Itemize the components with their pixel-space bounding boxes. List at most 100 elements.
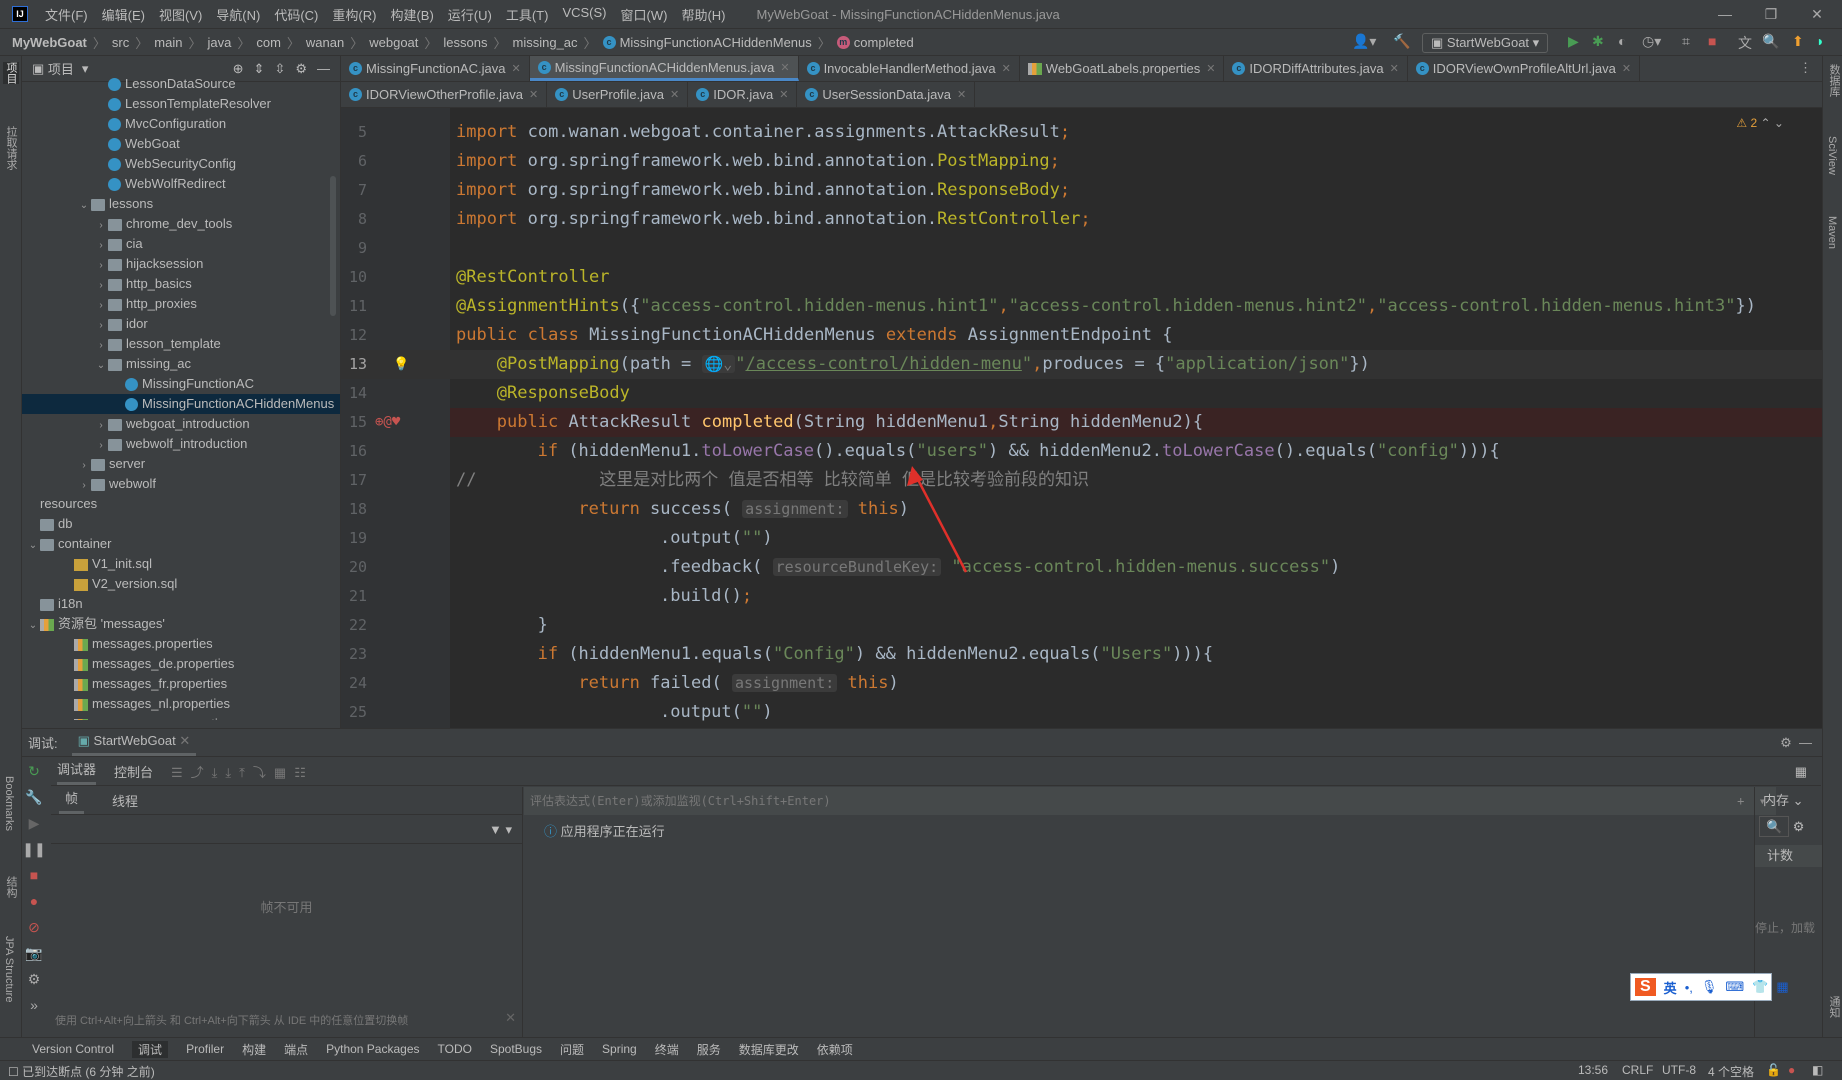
chevron-right-icon[interactable]: › [77, 456, 91, 476]
close-tab-icon[interactable]: ✕ [779, 88, 788, 101]
tree-item[interactable]: LessonTemplateResolver [22, 94, 340, 114]
chevron-right-icon[interactable]: › [94, 336, 108, 356]
view-breakpoints-icon[interactable]: ● [22, 888, 46, 914]
chevron-right-icon[interactable]: › [77, 476, 91, 496]
editor-tab[interactable]: c UserProfile.java ✕ [547, 82, 689, 107]
tree-item[interactable]: ⌄ lessons [22, 194, 340, 214]
toolbox-icon[interactable]: ▦ [1776, 979, 1788, 995]
editor-tab[interactable]: c IDOR.java ✕ [688, 82, 798, 107]
editor-tab[interactable]: c MissingFunctionACHiddenMenus.java ✕ [529, 56, 799, 81]
tab-frames[interactable]: 帧 [59, 787, 85, 814]
tool-window-button[interactable]: Python Packages [326, 1042, 419, 1056]
tree-item[interactable]: › idor [22, 314, 340, 334]
editor-tab[interactable]: c IDORViewOtherProfile.java ✕ [341, 82, 548, 107]
chevron-right-icon[interactable]: › [94, 416, 108, 436]
tab-threads[interactable]: 线程 [112, 791, 138, 810]
update-icon[interactable]: ⬆ [1792, 33, 1804, 53]
build-hammer-icon[interactable]: 🔨 [1393, 33, 1410, 53]
tool-window-button[interactable]: 构建 [242, 1041, 266, 1058]
tree-item[interactable]: ⌄ container [22, 534, 340, 554]
user-icon[interactable]: 👤▾ [1352, 33, 1376, 53]
tree-item[interactable]: messages.properties [22, 634, 340, 654]
tree-item[interactable]: WebSecurityConfig [22, 154, 340, 174]
breadcrumb-item[interactable]: wanan [306, 35, 344, 50]
chevron-right-icon[interactable]: › [94, 436, 108, 456]
breadcrumb-item[interactable]: MyWebGoat [12, 35, 87, 50]
more-icon[interactable]: » [22, 992, 46, 1018]
layout-icon[interactable]: ▦ [1795, 764, 1807, 780]
chevron-right-icon[interactable]: › [94, 236, 108, 256]
tree-item[interactable]: MissingFunctionACHiddenMenus [22, 394, 340, 414]
tree-item[interactable]: › lesson_template [22, 334, 340, 354]
ime-language[interactable]: 英 [1664, 978, 1677, 997]
tool-window-button[interactable]: 终端 [655, 1041, 679, 1058]
chevron-down-icon[interactable]: ⌄ [26, 536, 40, 556]
breadcrumb-item[interactable]: main [154, 35, 182, 50]
breadcrumb-item[interactable]: java [207, 35, 231, 50]
breadcrumb-item[interactable]: missing_ac [513, 35, 578, 50]
chevron-right-icon[interactable]: › [94, 296, 108, 316]
close-tab-icon[interactable]: ✕ [957, 88, 966, 101]
file-encoding[interactable]: UTF-8 [1662, 1063, 1696, 1077]
tool-window-button[interactable]: 端点 [284, 1041, 308, 1058]
tree-scrollbar[interactable] [330, 176, 336, 316]
tab-debugger[interactable]: 调试器 [57, 758, 97, 785]
chevron-right-icon[interactable]: › [94, 216, 108, 236]
editor-tab[interactable]: c MissingFunctionAC.java ✕ [341, 56, 530, 81]
menu-item[interactable]: 工具(T) [499, 5, 556, 24]
error-report-icon[interactable]: ● [1788, 1063, 1795, 1077]
menu-item[interactable]: 编辑(E) [95, 5, 152, 24]
mute-breakpoints-icon[interactable]: ⊘ [22, 914, 46, 940]
jpa-structure-tool-button[interactable]: JPA Structure [3, 936, 15, 1002]
attach-debugger-icon[interactable]: ⌗ [1682, 33, 1690, 53]
search-icon[interactable]: 🔍 [1762, 33, 1779, 53]
lock-icon[interactable]: 🔓 [1766, 1063, 1781, 1077]
menu-item[interactable]: 重构(R) [325, 5, 383, 24]
tree-item[interactable]: › webgoat_introduction [22, 414, 340, 434]
project-tool-button[interactable]: 项目 [3, 62, 19, 84]
tool-window-button[interactable]: 调试 [132, 1040, 169, 1058]
translate-icon[interactable]: 文 [1738, 33, 1752, 53]
tree-item[interactable]: › server [22, 454, 340, 474]
breadcrumb-item[interactable]: webgoat [369, 35, 418, 50]
menu-item[interactable]: 窗口(W) [614, 5, 675, 24]
debug-session-tab[interactable]: ▣ StartWebGoat ✕ [71, 729, 197, 756]
menu-item[interactable]: 构建(B) [383, 5, 440, 24]
modify-config-icon[interactable]: 🔧 [22, 784, 46, 810]
tree-item[interactable]: messages_fr.properties [22, 674, 340, 694]
tree-item[interactable]: db [22, 514, 340, 534]
tree-item[interactable]: MvcConfiguration [22, 114, 340, 134]
chevron-right-icon[interactable]: › [94, 256, 108, 276]
tree-item[interactable]: › cia [22, 234, 340, 254]
run-config-select[interactable]: ▣ StartWebGoat ▾ [1422, 33, 1549, 53]
debug-icon[interactable]: ✱ [1592, 33, 1604, 53]
tree-item[interactable]: › hijacksession [22, 254, 340, 274]
tool-window-button[interactable]: 问题 [560, 1041, 584, 1058]
skin-icon[interactable]: 👕 [1752, 979, 1768, 995]
close-icon[interactable]: ✕ [1794, 0, 1840, 28]
resume-icon[interactable]: ▶ [22, 810, 46, 836]
step-actions[interactable]: ☰⤴⤓⤓⤒⤵▦☷ [171, 762, 314, 781]
tool-window-button[interactable]: Version Control [32, 1042, 114, 1056]
keyboard-icon[interactable]: ⌨ [1725, 979, 1744, 995]
tree-item[interactable]: › webwolf [22, 474, 340, 494]
line-separator[interactable]: CRLF [1622, 1063, 1653, 1077]
tree-item[interactable]: resources [22, 494, 340, 514]
close-tab-icon[interactable]: ✕ [1002, 62, 1011, 75]
stop-icon[interactable]: ■ [1708, 33, 1716, 53]
tree-item[interactable]: › webwolf_introduction [22, 434, 340, 454]
filter-icon[interactable]: ▼ ▾ [489, 822, 512, 837]
editor-tab[interactable]: c IDORViewOwnProfileAltUrl.java ✕ [1408, 56, 1641, 81]
stop-debug-icon[interactable]: ■ [22, 862, 46, 888]
indent-setting[interactable]: 4 个空格 [1708, 1063, 1754, 1080]
breadcrumb-item[interactable]: MissingFunctionACHiddenMenus [620, 35, 812, 50]
maven-tool-button[interactable]: Maven [1826, 216, 1838, 249]
menu-item[interactable]: 运行(U) [441, 5, 499, 24]
tree-item[interactable]: V1_init.sql [22, 554, 340, 574]
tree-item[interactable]: messages_nl.properties [22, 694, 340, 714]
tree-item[interactable]: › http_proxies [22, 294, 340, 314]
database-tool-button[interactable]: 数据库 [1826, 64, 1842, 97]
jetbrains-icon[interactable]: ◗ [1816, 33, 1824, 53]
chevron-down-icon[interactable]: ⌄ [26, 616, 40, 636]
editor-tab[interactable]: WebGoatLabels.properties ✕ [1020, 56, 1225, 81]
